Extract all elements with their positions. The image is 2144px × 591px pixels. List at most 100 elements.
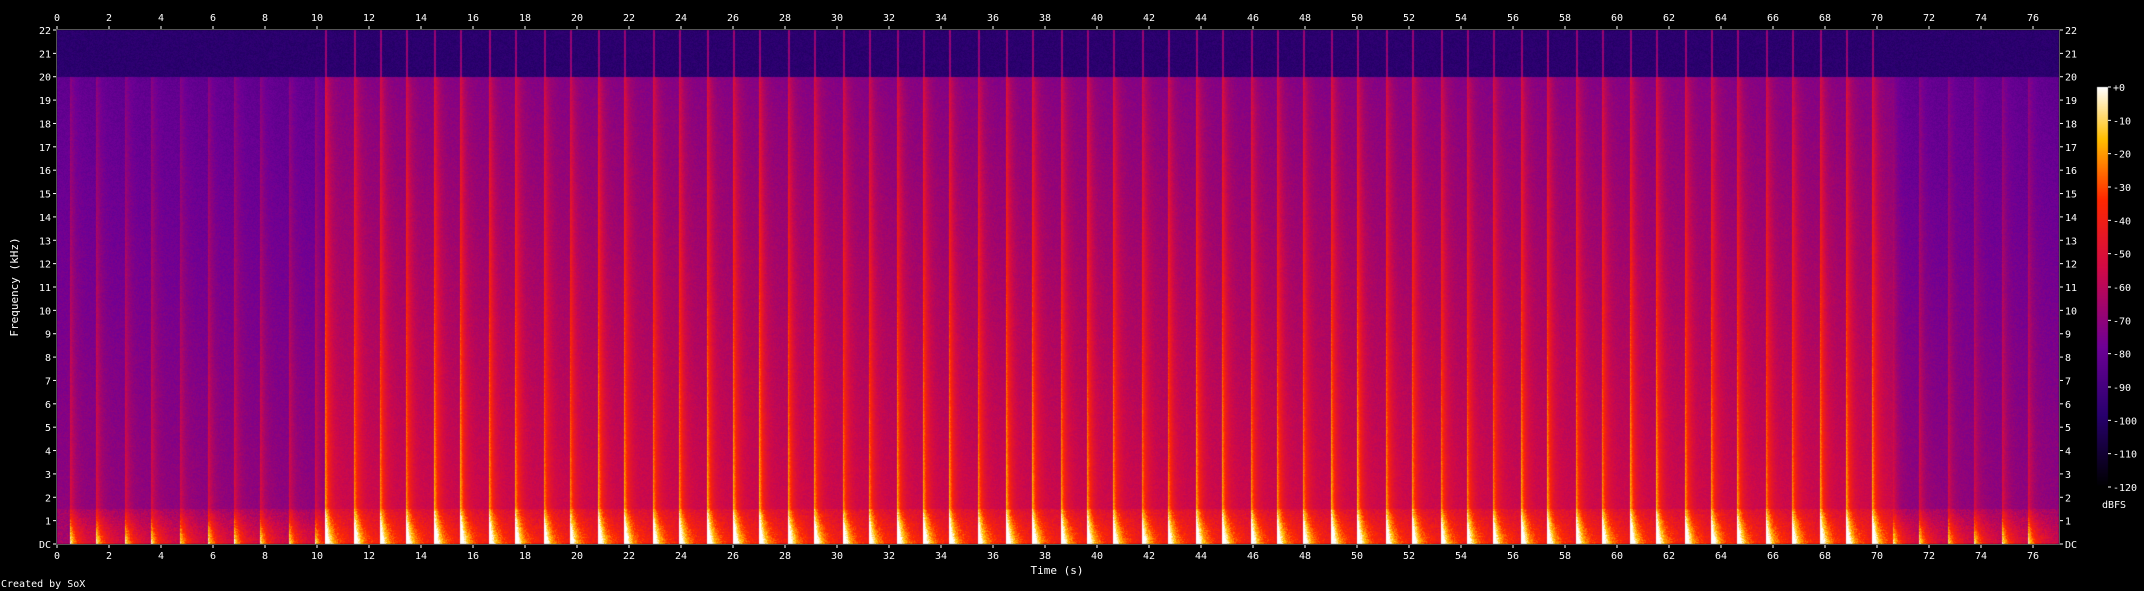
y-tick-label-right: 16 <box>2065 166 2077 177</box>
x-tick-label-top: 38 <box>1039 13 1051 24</box>
y-tick-label-right: 15 <box>2065 190 2077 201</box>
y-tick-label-right: 3 <box>2065 470 2071 481</box>
y-tick-label-right: 13 <box>2065 236 2077 247</box>
x-tick-label-top: 48 <box>1299 13 1311 24</box>
x-tick-label-top: 74 <box>1975 13 1987 24</box>
y-tick-label-right: 21 <box>2065 49 2077 60</box>
x-tick-label-bottom: 44 <box>1195 551 1207 562</box>
x-tick-label-bottom: 64 <box>1715 551 1727 562</box>
x-tick-label-bottom: 12 <box>363 551 375 562</box>
x-tick-label-top: 56 <box>1507 13 1519 24</box>
y-tick-label-right: 19 <box>2065 96 2077 107</box>
x-tick-label-top: 26 <box>727 13 739 24</box>
y-ticks-right: DC12345678910111213141516171819202122 <box>2059 26 2077 551</box>
y-ticks-left: DC12345678910111213141516171819202122 <box>39 26 57 551</box>
chart-overlay: 0 2 4 6 8 10 12 14 16 18 20 22 24 26 28 30 32 34 36 38 40 42 4… <box>1 13 2137 590</box>
y-tick-label-left: 15 <box>39 190 51 201</box>
y-tick-label-right: 17 <box>2065 143 2077 154</box>
x-tick-label-top: 42 <box>1143 13 1155 24</box>
colorbar-tick-label: -80 <box>2113 350 2131 361</box>
x-tick-label-bottom: 18 <box>519 551 531 562</box>
y-tick-label-left: 5 <box>45 423 51 434</box>
y-tick-label-left: 18 <box>39 119 51 130</box>
y-tick-label-right: 10 <box>2065 306 2077 317</box>
x-tick-label-bottom: 46 <box>1247 551 1259 562</box>
y-tick-label-left: DC <box>39 540 51 551</box>
x-tick-label-bottom: 32 <box>883 551 895 562</box>
x-tick-label-top: 44 <box>1195 13 1207 24</box>
y-tick-label-left: 13 <box>39 236 51 247</box>
colorbar-ticks: +0 -10 -20 -30 -40 -50 -60 -70 -80 -90 -100 -110 -12… <box>2108 83 2137 494</box>
x-tick-label-bottom: 28 <box>779 551 791 562</box>
y-tick-label-left: 19 <box>39 96 51 107</box>
colorbar-tick-label: -60 <box>2113 283 2131 294</box>
y-tick-label-right: 20 <box>2065 73 2077 84</box>
y-tick-label-right: 5 <box>2065 423 2071 434</box>
x-tick-label-top: 0 <box>54 13 60 24</box>
x-tick-label-top: 70 <box>1871 13 1883 24</box>
x-tick-label-top: 8 <box>262 13 268 24</box>
x-tick-label-bottom: 58 <box>1559 551 1571 562</box>
y-tick-label-left: 8 <box>45 353 51 364</box>
x-tick-label-bottom: 8 <box>262 551 268 562</box>
x-tick-label-bottom: 10 <box>311 551 323 562</box>
x-tick-label-top: 58 <box>1559 13 1571 24</box>
y-tick-label-left: 10 <box>39 306 51 317</box>
colorbar-tick-label: -40 <box>2113 216 2131 227</box>
y-tick-label-right: DC <box>2065 540 2077 551</box>
x-tick-label-bottom: 56 <box>1507 551 1519 562</box>
x-tick-label-top: 22 <box>623 13 635 24</box>
x-tick-label-top: 32 <box>883 13 895 24</box>
x-tick-label-bottom: 72 <box>1923 551 1935 562</box>
x-tick-label-bottom: 76 <box>2027 551 2039 562</box>
x-tick-label-top: 54 <box>1455 13 1467 24</box>
x-tick-label-bottom: 26 <box>727 551 739 562</box>
x-tick-label-top: 20 <box>571 13 583 24</box>
colorbar-tick-label: -120 <box>2113 483 2137 494</box>
x-tick-label-top: 16 <box>467 13 479 24</box>
y-tick-label-left: 4 <box>45 447 51 458</box>
x-axis-label: Time (s) <box>1031 564 1084 577</box>
x-tick-label-bottom: 60 <box>1611 551 1623 562</box>
y-tick-label-right: 11 <box>2065 283 2077 294</box>
x-tick-label-bottom: 40 <box>1091 551 1103 562</box>
x-tick-label-bottom: 30 <box>831 551 843 562</box>
y-tick-label-left: 20 <box>39 73 51 84</box>
x-tick-label-top: 66 <box>1767 13 1779 24</box>
x-tick-label-top: 52 <box>1403 13 1415 24</box>
y-tick-label-left: 9 <box>45 330 51 341</box>
x-tick-label-bottom: 4 <box>158 551 164 562</box>
x-tick-label-bottom: 36 <box>987 551 999 562</box>
y-tick-label-left: 11 <box>39 283 51 294</box>
colorbar-tick-label: -90 <box>2113 383 2131 394</box>
x-tick-label-bottom: 0 <box>54 551 60 562</box>
x-tick-label-top: 76 <box>2027 13 2039 24</box>
colorbar-tick-label: -100 <box>2113 416 2137 427</box>
x-tick-label-top: 30 <box>831 13 843 24</box>
y-tick-label-left: 2 <box>45 493 51 504</box>
y-tick-label-right: 6 <box>2065 400 2071 411</box>
x-tick-label-top: 24 <box>675 13 687 24</box>
y-tick-label-left: 14 <box>39 213 51 224</box>
y-tick-label-left: 6 <box>45 400 51 411</box>
x-tick-label-top: 36 <box>987 13 999 24</box>
x-tick-label-top: 72 <box>1923 13 1935 24</box>
x-tick-label-bottom: 70 <box>1871 551 1883 562</box>
y-tick-label-right: 2 <box>2065 493 2071 504</box>
x-tick-label-top: 46 <box>1247 13 1259 24</box>
x-tick-label-top: 10 <box>311 13 323 24</box>
x-tick-label-top: 4 <box>158 13 164 24</box>
footer-credit: Created by SoX <box>1 579 85 590</box>
y-tick-label-right: 18 <box>2065 119 2077 130</box>
x-tick-label-top: 62 <box>1663 13 1675 24</box>
y-tick-label-right: 7 <box>2065 376 2071 387</box>
x-tick-label-bottom: 34 <box>935 551 947 562</box>
x-tick-label-bottom: 20 <box>571 551 583 562</box>
colorbar-label: dBFS <box>2102 500 2126 511</box>
y-tick-label-right: 8 <box>2065 353 2071 364</box>
y-axis-label: Frequency (kHz) <box>8 237 21 336</box>
y-tick-label-right: 9 <box>2065 330 2071 341</box>
colorbar-tick-label: -20 <box>2113 150 2131 161</box>
x-tick-label-top: 12 <box>363 13 375 24</box>
colorbar-tick-label: -70 <box>2113 316 2131 327</box>
